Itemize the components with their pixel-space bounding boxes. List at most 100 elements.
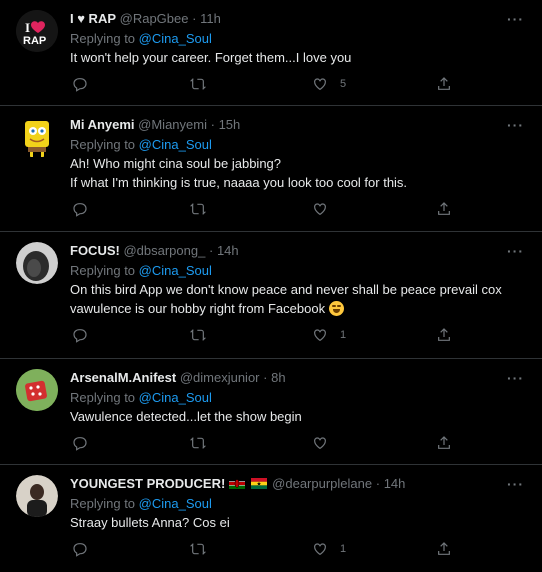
replying-to: Replying to @Cina_Soul: [70, 494, 530, 513]
replying-to-label: Replying to: [70, 137, 136, 152]
reply-icon: [73, 543, 87, 557]
laughing-emoji-icon: [328, 301, 344, 316]
separator-dot: ·: [263, 370, 268, 385]
tweet-actions: [70, 192, 530, 226]
replying-to: Replying to @Cina_Soul: [70, 29, 530, 48]
tweet-actions: [70, 426, 530, 460]
more-options-icon[interactable]: ···: [507, 368, 524, 388]
replying-to-label: Replying to: [70, 31, 136, 46]
tweet-text-line-wrapper: vawulence is our hobby right from Facebo…: [70, 299, 530, 318]
display-name[interactable]: FOCUS!: [70, 243, 120, 258]
retweet-button[interactable]: [190, 318, 206, 352]
tweet-text: It won't help your career. Forget them..…: [70, 48, 530, 67]
share-button[interactable]: [436, 318, 452, 352]
timestamp[interactable]: 11h: [200, 11, 221, 26]
like-button[interactable]: 1: [312, 532, 346, 566]
reply-icon: [73, 78, 87, 92]
retweet-button[interactable]: [190, 192, 206, 226]
more-options-icon[interactable]: ···: [507, 241, 524, 261]
reply-button[interactable]: [72, 67, 88, 101]
like-button[interactable]: [312, 426, 340, 460]
like-count: 1: [340, 543, 347, 555]
more-options-icon[interactable]: ···: [507, 474, 524, 494]
tweet-text-line: Straay bullets Anna? Cos ei: [70, 515, 230, 530]
svg-text:RAP: RAP: [23, 35, 46, 47]
like-count: 5: [340, 78, 347, 90]
share-icon: [438, 328, 450, 341]
reply-button[interactable]: [72, 532, 88, 566]
tweet-header: FOCUS! @dbsarpong_ · 14h ···: [70, 241, 530, 261]
tweet-text-line: If what I'm thinking is true, naaaa you …: [70, 175, 408, 190]
display-name[interactable]: Mi Anyemi: [70, 117, 135, 132]
share-button[interactable]: [436, 67, 452, 101]
share-button[interactable]: [436, 426, 452, 460]
handle[interactable]: @dearpurplelane: [272, 476, 372, 491]
tweet[interactable]: FOCUS! @dbsarpong_ · 14h ··· Replying to…: [0, 232, 542, 359]
avatar[interactable]: I RAP: [16, 10, 58, 52]
share-icon: [438, 202, 450, 215]
separator-dot: ·: [375, 476, 381, 491]
replying-to-link[interactable]: @Cina_Soul: [139, 263, 212, 278]
replying-to-link[interactable]: @Cina_Soul: [139, 31, 212, 46]
display-name[interactable]: I ♥ RAP: [70, 11, 116, 26]
share-button[interactable]: [436, 192, 452, 226]
tweet[interactable]: I RAP I ♥ RAP @RapGbee · 11h ··· Replyin…: [0, 0, 542, 106]
replying-to-label: Replying to: [70, 496, 136, 511]
heart-icon: [314, 78, 326, 91]
display-name[interactable]: YOUNGEST PRODUCER!: [70, 476, 225, 491]
retweet-button[interactable]: [190, 67, 206, 101]
retweet-button[interactable]: [190, 532, 206, 566]
tweet-text: Straay bullets Anna? Cos ei: [70, 513, 530, 532]
avatar[interactable]: [16, 116, 58, 158]
replying-to-link[interactable]: @Cina_Soul: [139, 496, 212, 511]
replying-to-label: Replying to: [70, 390, 136, 405]
reply-feed: I RAP I ♥ RAP @RapGbee · 11h ··· Replyin…: [0, 0, 542, 572]
tweet-actions: 5: [70, 67, 530, 101]
tweet-text: Ah! Who might cina soul be jabbing? If w…: [70, 154, 530, 192]
separator-dot: ·: [210, 117, 215, 132]
timestamp[interactable]: 8h: [271, 370, 285, 385]
reply-button[interactable]: [72, 318, 88, 352]
heart-icon: [314, 437, 326, 450]
replying-to: Replying to @Cina_Soul: [70, 261, 530, 280]
retweet-icon: [190, 543, 206, 555]
avatar[interactable]: [16, 369, 58, 411]
ghana-flag-icon: [250, 478, 267, 489]
tweet-actions: 1: [70, 318, 530, 352]
reply-button[interactable]: [72, 426, 88, 460]
tweet-header: Mi Anyemi @Mianyemi · 15h ···: [70, 115, 530, 135]
tweet[interactable]: ArsenalM.Anifest @dimexjunior · 8h ··· R…: [0, 359, 542, 465]
replying-to-link[interactable]: @Cina_Soul: [139, 390, 212, 405]
heart-icon: [314, 329, 326, 342]
timestamp[interactable]: 14h: [217, 243, 239, 258]
tweet-header: YOUNGEST PRODUCER! @dearpurplelane · 14h…: [70, 474, 530, 494]
tweet[interactable]: YOUNGEST PRODUCER! @dearpurplelane · 14h…: [0, 465, 542, 572]
tweet[interactable]: Mi Anyemi @Mianyemi · 15h ··· Replying t…: [0, 106, 542, 232]
display-name[interactable]: ArsenalM.Anifest: [70, 370, 176, 385]
more-options-icon[interactable]: ···: [507, 9, 524, 29]
retweet-button[interactable]: [190, 426, 206, 460]
retweet-icon: [190, 203, 206, 215]
handle[interactable]: @dimexjunior: [180, 370, 260, 385]
timestamp[interactable]: 15h: [219, 117, 241, 132]
handle[interactable]: @dbsarpong_: [123, 243, 205, 258]
more-options-icon[interactable]: ···: [507, 115, 524, 135]
replying-to-label: Replying to: [70, 263, 136, 278]
avatar[interactable]: [16, 242, 58, 284]
heart-icon: [314, 543, 326, 556]
tweet-actions: 1: [70, 532, 530, 566]
like-button[interactable]: [312, 192, 340, 226]
replying-to-link[interactable]: @Cina_Soul: [139, 137, 212, 152]
reply-icon: [73, 329, 87, 343]
like-button[interactable]: 5: [312, 67, 346, 101]
retweet-icon: [190, 437, 206, 449]
timestamp[interactable]: 14h: [384, 476, 406, 491]
retweet-icon: [190, 329, 206, 341]
reply-icon: [73, 203, 87, 217]
avatar[interactable]: [16, 475, 58, 517]
reply-button[interactable]: [72, 192, 88, 226]
like-button[interactable]: 1: [312, 318, 346, 352]
share-button[interactable]: [436, 532, 452, 566]
handle[interactable]: @Mianyemi: [138, 117, 207, 132]
handle[interactable]: @RapGbee: [120, 11, 189, 26]
